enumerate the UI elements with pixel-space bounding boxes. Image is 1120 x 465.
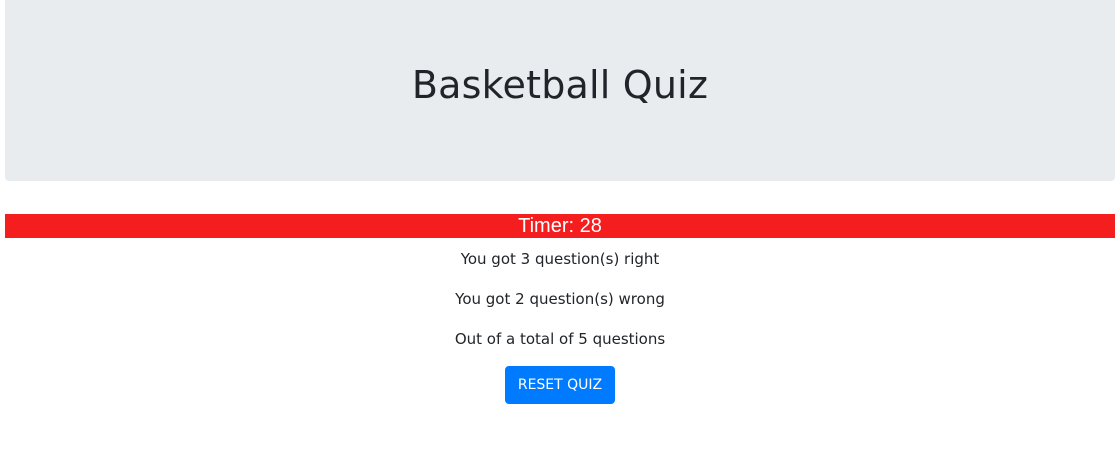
right-answers-text: You got 3 question(s) right: [460, 250, 660, 268]
header-jumbotron: Basketball Quiz: [5, 0, 1115, 181]
total-questions-text: Out of a total of 5 questions: [454, 330, 666, 348]
wrong-answers-text: You got 2 question(s) wrong: [455, 290, 665, 308]
results-summary: You got 3 question(s) right You got 2 qu…: [0, 248, 1120, 368]
timer-bar: Timer: 28: [5, 214, 1115, 238]
page-title: Basketball Quiz: [411, 62, 709, 107]
reset-quiz-button[interactable]: RESET QUIZ: [505, 366, 615, 404]
